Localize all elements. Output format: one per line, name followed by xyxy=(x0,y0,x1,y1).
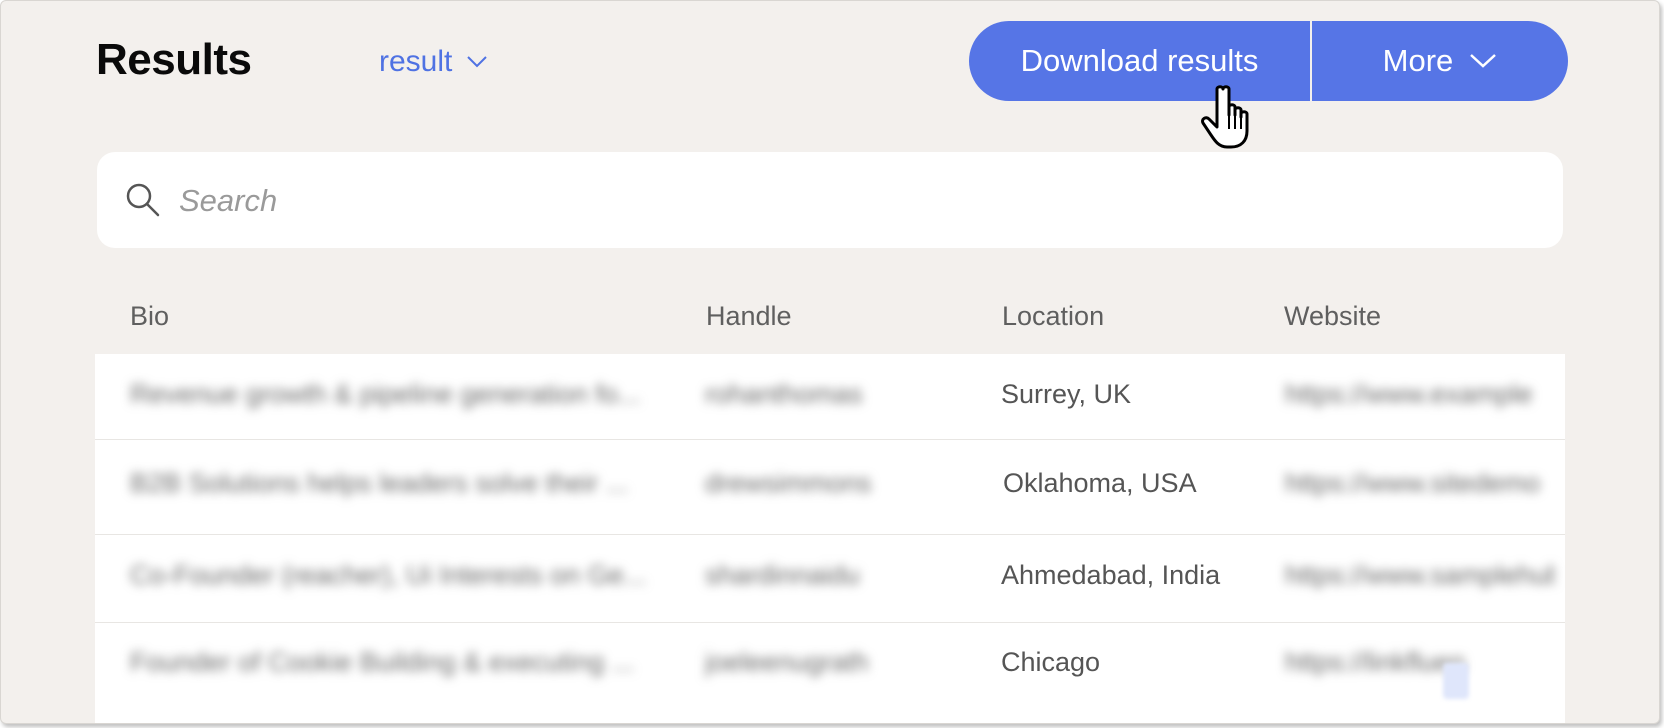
bio-cell: Founder of Cookie Building & executing .… xyxy=(130,647,635,677)
table-row[interactable]: B2B Solutions helps leaders solve their … xyxy=(95,440,1565,534)
website-cell[interactable]: https://www.samplehub xyxy=(1285,560,1555,591)
page-title: Results xyxy=(96,35,252,84)
location-cell: Chicago xyxy=(1001,647,1101,677)
bio-cell: Revenue growth & pipeline generation fo.… xyxy=(130,379,641,409)
handle-cell: shardinnaidu xyxy=(705,560,860,590)
result-type-dropdown[interactable]: result xyxy=(379,45,488,79)
action-button-group: Download results More xyxy=(969,21,1568,101)
bio-cell: Co-Founder (reacher), Ui Interests on Ge… xyxy=(130,560,647,590)
column-header-website[interactable]: Website xyxy=(1284,301,1381,332)
column-header-location[interactable]: Location xyxy=(1002,301,1104,332)
website-cell[interactable]: https://linkfluen xyxy=(1285,647,1505,678)
column-header-bio[interactable]: Bio xyxy=(130,301,169,332)
search-icon xyxy=(126,183,160,217)
chevron-down-icon xyxy=(467,56,488,68)
hand-pointer-icon xyxy=(1201,85,1249,149)
location-cell: Surrey, UK xyxy=(1001,379,1132,409)
location-cell: Oklahoma, USA xyxy=(1003,468,1197,498)
row-action-icon[interactable] xyxy=(1443,663,1469,699)
website-cell[interactable]: https://www.example xyxy=(1285,379,1555,410)
table-row[interactable]: Revenue growth & pipeline generation fo.… xyxy=(95,354,1565,439)
column-header-handle[interactable]: Handle xyxy=(706,301,792,332)
results-panel: Results result Download results More Bio… xyxy=(0,0,1660,724)
search-bar xyxy=(97,152,1563,248)
website-cell[interactable]: https://www.sitedemo xyxy=(1285,468,1555,499)
more-button[interactable]: More xyxy=(1312,21,1568,101)
handle-cell: joeleenugrath xyxy=(705,647,869,677)
results-table: Revenue growth & pipeline generation fo.… xyxy=(95,354,1565,723)
handle-cell: rohanthomas xyxy=(705,379,863,409)
dropdown-label: result xyxy=(379,45,453,78)
bio-cell: B2B Solutions helps leaders solve their … xyxy=(130,468,629,498)
location-cell: Ahmedabad, India xyxy=(1001,560,1221,590)
table-row[interactable]: Co-Founder (reacher), Ui Interests on Ge… xyxy=(95,535,1565,622)
chevron-down-icon xyxy=(1470,54,1497,68)
search-input[interactable] xyxy=(177,172,1541,230)
table-row[interactable]: Founder of Cookie Building & executing .… xyxy=(95,623,1565,723)
handle-cell: drewsimmons xyxy=(705,468,872,498)
more-button-label: More xyxy=(1382,43,1454,78)
